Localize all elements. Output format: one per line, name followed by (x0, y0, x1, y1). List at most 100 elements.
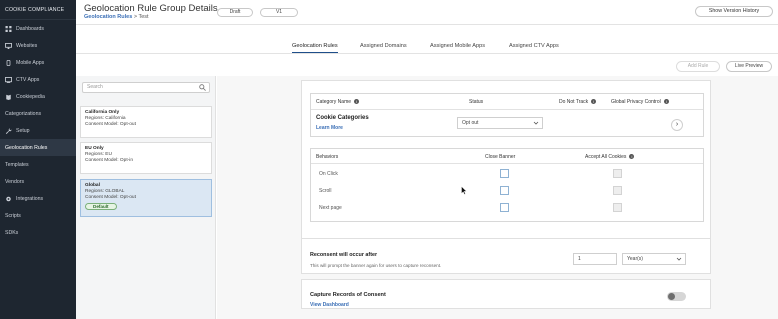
accept-all-on-click-checkbox[interactable] (613, 169, 622, 178)
tab-assigned-mobile-apps[interactable]: Assigned Mobile Apps (430, 43, 485, 52)
sidebar-item-dashboards[interactable]: Dashboards (0, 20, 76, 37)
column-header-gpc: Global Privacy Control i (611, 99, 669, 105)
sidebar-item-label: Templates (5, 161, 29, 168)
column-header-behaviors: Behaviors (316, 154, 339, 160)
capture-records-panel: Capture Records of Consent View Dashboar… (301, 279, 711, 309)
info-icon[interactable]: i (663, 99, 669, 105)
reconsent-title: Reconsent will occur after (310, 252, 378, 258)
close-banner-next-page-checkbox[interactable] (500, 203, 509, 212)
sidebar-item-templates[interactable]: Templates (0, 156, 76, 173)
page-header: Geolocation Rule Group Details Geolocati… (76, 0, 778, 25)
info-icon[interactable]: i (591, 99, 597, 105)
sidebar-item-categorizations[interactable]: Categorizations (0, 105, 76, 122)
sidebar-item-label: Vendors (5, 178, 25, 185)
sidebar-item-label: Geolocation Rules (5, 144, 48, 151)
tab-assigned-domains[interactable]: Assigned Domains (360, 43, 407, 52)
status-badge: Draft (217, 8, 253, 17)
sidebar-item-label: Categorizations (5, 110, 42, 117)
rule-consent-model: Consent Model: Opt-out (85, 195, 136, 201)
reconsent-value-input[interactable]: 1 (573, 253, 617, 265)
breadcrumb-link[interactable]: Geolocation Rules (84, 14, 132, 20)
rule-card-global[interactable]: Global Regions: GLOBAL Consent Model: Op… (80, 179, 212, 217)
chevron-down-icon (533, 121, 539, 125)
reconsent-panel: Reconsent will occur after This will pro… (301, 238, 711, 274)
learn-more-link[interactable]: Learn More (316, 125, 343, 131)
behaviors-table: Behaviors Close Banner Accept All Cookie… (310, 148, 704, 222)
column-header-accept-all: Accept All Cookies i (585, 154, 635, 160)
breadcrumb-current: Test (138, 14, 149, 20)
version-badge: V1 (260, 8, 298, 17)
sidebar-item-label: Setup (16, 127, 30, 134)
brand-title: COOKIE COMPLIANCE (0, 0, 76, 20)
sidebar-item-vendors[interactable]: Vendors (0, 173, 76, 190)
grid-icon (4, 25, 12, 32)
sidebar-item-geolocation-rules[interactable]: Geolocation Rules (0, 139, 76, 156)
consent-settings-panel: Category Name i Status Do Not Track i Glob… (301, 80, 711, 242)
sidebar-item-label: SDKs (5, 229, 19, 236)
sidebar-item-cookiepedia[interactable]: Cookiepedia (0, 88, 76, 105)
divider (311, 163, 703, 164)
mobile-icon (4, 59, 12, 66)
tab-geolocation-rules[interactable]: Geolocation Rules (292, 43, 338, 53)
category-name: Cookie Categories (316, 115, 369, 121)
show-version-history-button[interactable]: Show Version History (695, 6, 773, 17)
sidebar-item-label: Dashboards (16, 25, 44, 32)
page-title: Geolocation Rule Group Details (84, 3, 218, 14)
sidebar-item-label: Integrations (16, 195, 44, 202)
reconsent-description: This will prompt the banner again for us… (310, 263, 442, 268)
sidebar-item-websites[interactable]: Websites (0, 37, 76, 54)
header-label: Accept All Cookies (585, 154, 627, 160)
rule-list-panel: Search California Only Regions: Californ… (76, 76, 216, 319)
sidebar-item-mobile-apps[interactable]: Mobile Apps (0, 54, 76, 71)
mouse-cursor-icon (461, 186, 467, 195)
expand-arrow-button[interactable]: › (671, 119, 683, 131)
column-header-close-banner: Close Banner (485, 154, 516, 160)
sidebar-item-integrations[interactable]: Integrations (0, 190, 76, 207)
behavior-label: On Click (319, 171, 338, 177)
add-rule-button[interactable]: Add Rule (676, 61, 720, 72)
tv-icon (4, 76, 12, 83)
rule-detail-area: Category Name i Status Do Not Track i Glob… (217, 76, 778, 319)
rule-consent-model: Consent Model: Opt-in (85, 158, 133, 164)
tab-assigned-ctv-apps[interactable]: Assigned CTV Apps (509, 43, 559, 52)
sidebar-item-ctv-apps[interactable]: CTV Apps (0, 71, 76, 88)
accept-all-next-page-checkbox[interactable] (613, 203, 622, 212)
toggle-knob (668, 293, 675, 300)
capture-records-toggle[interactable] (667, 292, 686, 301)
column-header-category: Category Name i (316, 99, 360, 105)
view-dashboard-link[interactable]: View Dashboard (310, 302, 349, 308)
default-badge: Default (85, 202, 117, 210)
divider (311, 109, 703, 110)
sidebar-item-label: Cookiepedia (16, 93, 45, 100)
capture-records-title: Capture Records of Consent (310, 292, 386, 298)
column-header-dnt: Do Not Track i (559, 99, 597, 105)
info-icon[interactable]: i (354, 99, 360, 105)
close-banner-on-click-checkbox[interactable] (500, 169, 509, 178)
status-select[interactable]: Opt out (457, 117, 543, 129)
plug-icon (4, 196, 12, 202)
sidebar-item-label: CTV Apps (16, 76, 40, 83)
close-banner-scroll-checkbox[interactable] (500, 186, 509, 195)
live-preview-button[interactable]: Live Preview (726, 61, 772, 72)
status-select-value: Opt out (462, 120, 479, 126)
accept-all-scroll-checkbox[interactable] (613, 186, 622, 195)
sidebar-item-setup[interactable]: Setup (0, 122, 76, 139)
sidebar-item-sdks[interactable]: SDKs (0, 224, 76, 241)
wrench-icon (4, 127, 12, 134)
rule-card-eu[interactable]: EU Only Regions: EU Consent Model: Opt-i… (80, 142, 212, 174)
tab-bar: Geolocation Rules Assigned Domains Assig… (76, 40, 778, 54)
sidebar: COOKIE COMPLIANCE Dashboards Websites Mo… (0, 0, 76, 319)
behavior-label: Scroll (319, 188, 332, 194)
header-label: Category Name (316, 99, 352, 105)
category-table: Category Name i Status Do Not Track i Glob… (310, 93, 704, 137)
reconsent-unit-select[interactable]: Year(s) (622, 253, 686, 265)
sidebar-item-scripts[interactable]: Scripts (0, 207, 76, 224)
info-icon[interactable]: i (629, 154, 635, 160)
search-placeholder: Search (87, 84, 103, 90)
breadcrumb-separator: > (133, 14, 138, 20)
search-input[interactable]: Search (82, 82, 210, 93)
header-label: Do Not Track (559, 99, 589, 105)
monitor-icon (4, 42, 12, 49)
rule-card-california[interactable]: California Only Regions: California Cons… (80, 106, 212, 138)
sidebar-item-label: Websites (16, 42, 38, 49)
